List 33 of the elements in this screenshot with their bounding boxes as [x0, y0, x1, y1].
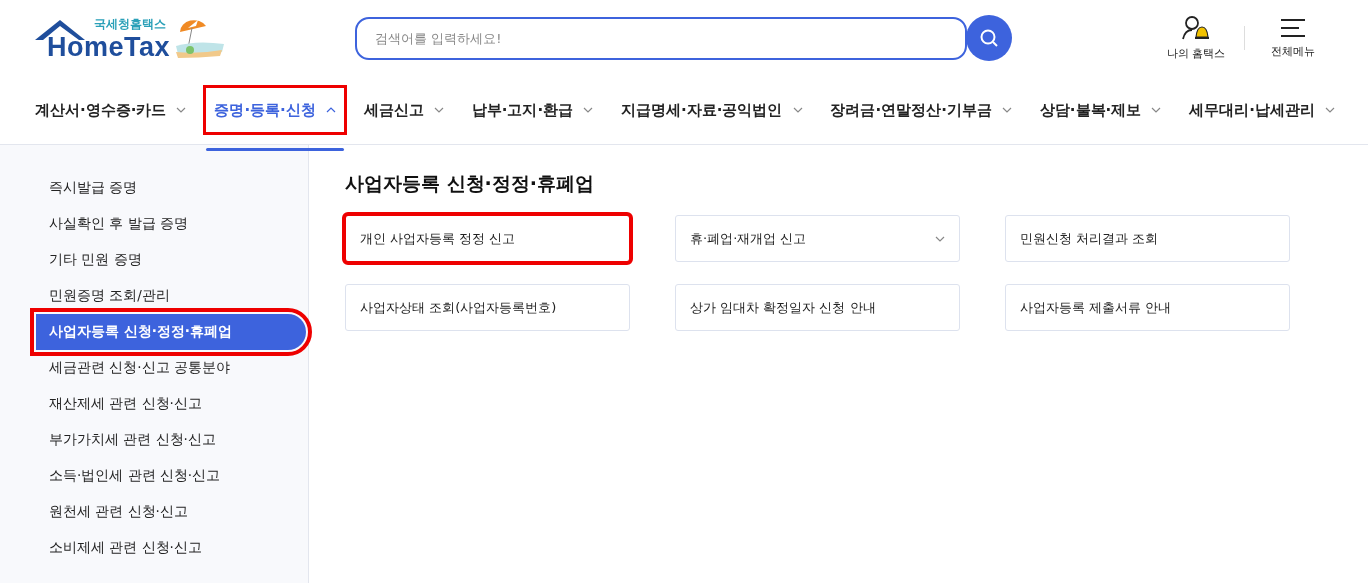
sidebar-item[interactable]: 부가가치세 관련 신청·신고 [0, 422, 308, 458]
search-field[interactable]: 검색어를 입력하세요! [355, 16, 967, 60]
sidebar-item[interactable]: 즉시발급 증명 [0, 170, 308, 206]
nav-tab[interactable]: 세금신고 [352, 85, 455, 135]
sidebar-item[interactable]: 기타 민원 증명 [0, 242, 308, 278]
sidebar-item[interactable]: 원천세 관련 신청·신고 [0, 494, 308, 530]
hometax-logo[interactable]: 국세청홈택스 HomeTax [47, 15, 171, 61]
link-card[interactable]: 상가 임대차 확정일자 신청 안내 [675, 284, 960, 331]
link-card[interactable]: 사업자상태 조회(사업자등록번호) [345, 284, 630, 331]
nav-tab[interactable]: 납부·고지·환급 [460, 85, 605, 135]
dropdown-card[interactable]: 휴·폐업·재개업 신고 [675, 215, 960, 262]
nav-tab[interactable]: 지급명세·자료·공익법인 [610, 85, 814, 135]
search-icon [979, 28, 999, 48]
caret-down-icon [935, 235, 945, 242]
all-menu-button[interactable]: 전체메뉴 [1253, 17, 1333, 59]
sidebar-item[interactable]: 소득·법인세 관련 신청·신고 [0, 458, 308, 494]
link-card[interactable]: 사업자등록 제출서류 안내 [1005, 284, 1290, 331]
link-card[interactable]: 개인 사업자등록 정정 신고 [345, 215, 630, 262]
page-title: 사업자등록 신청·정정·휴폐업 [345, 171, 596, 196]
link-card[interactable]: 민원신청 처리결과 조회 [1005, 215, 1290, 262]
nav-tab[interactable]: 계산서·영수증·카드 [24, 85, 198, 135]
sidebar-item[interactable]: 재산제세 관련 신청·신고 [0, 386, 308, 422]
nav-tab[interactable]: 장려금·연말정산·기부금 [819, 85, 1023, 135]
user-bell-icon [1181, 15, 1211, 41]
search-button[interactable] [966, 15, 1012, 61]
sidebar-item[interactable]: 소비제세 관련 신청·신고 [0, 530, 308, 566]
menu-icon [1280, 17, 1306, 39]
nav-tab[interactable]: 세무대리·납세관리 [1178, 85, 1346, 135]
sidebar-item[interactable]: 민원증명 조회/관리 [0, 278, 308, 314]
nav-tab[interactable]: 상담·불복·제보 [1028, 85, 1173, 135]
sidebar-item[interactable]: 세금관련 신청·신고 공통분야 [0, 350, 308, 386]
my-hometax-button[interactable]: 나의 홈택스 [1156, 15, 1236, 61]
sidebar-item[interactable]: 사실확인 후 발급 증명 [0, 206, 308, 242]
